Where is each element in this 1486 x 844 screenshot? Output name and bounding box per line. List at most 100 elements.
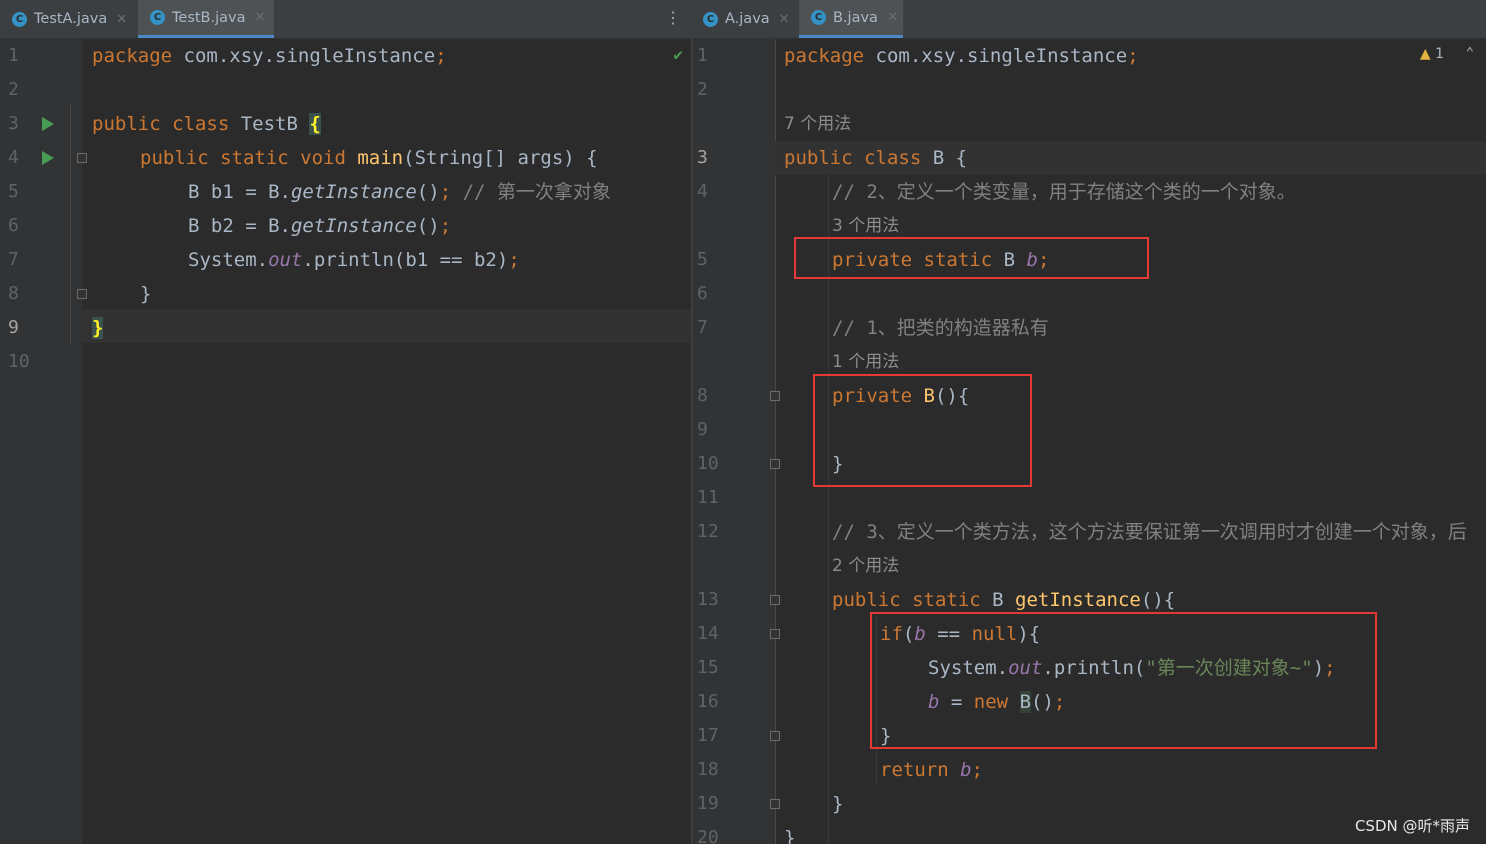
code-line-3: public class TestB {: [92, 107, 321, 141]
fold-icon[interactable]: [77, 289, 87, 299]
brace-match: {: [309, 113, 321, 135]
code-line-3: public class B {: [784, 141, 967, 175]
run-icon[interactable]: [42, 117, 54, 131]
line-number: 12: [697, 521, 719, 542]
keyword: return: [880, 759, 949, 781]
line-number: 2: [697, 79, 708, 100]
close-icon[interactable]: ✕: [887, 10, 898, 25]
keyword: public class: [92, 113, 230, 135]
right-editor-pane: C A.java ✕ C B.java ✕ ▲ 1 ⌃ 1 package co…: [693, 0, 1486, 844]
line-number: 16: [697, 691, 719, 712]
semicolon: ;: [1127, 45, 1139, 67]
usage-hint[interactable]: 2 个用法: [832, 549, 899, 583]
code-line-7: System.out.println(b1 == b2);: [188, 243, 520, 277]
semicolon: ;: [971, 759, 983, 781]
tab-label: TestB.java: [172, 9, 246, 26]
highlight-box-constructor: [813, 374, 1032, 487]
line-number: 1: [697, 45, 708, 66]
fold-icon[interactable]: [770, 595, 780, 605]
more-options-icon[interactable]: ⋮: [665, 10, 681, 26]
watermark: CSDN @听*雨声: [1354, 817, 1470, 835]
line-number: 1: [8, 45, 19, 66]
line-number: 20: [697, 827, 719, 844]
fold-icon[interactable]: [770, 391, 780, 401]
line-number: 8: [697, 385, 708, 406]
line-number: 7: [697, 317, 708, 338]
fold-icon[interactable]: [770, 459, 780, 469]
line-number: 11: [697, 487, 719, 508]
line-number: 13: [697, 589, 719, 610]
type-name: B: [980, 589, 1016, 611]
left-tab-bar: C TestA.java ✕ C TestB.java ✕ ⋮: [0, 0, 691, 39]
close-icon[interactable]: ✕: [116, 12, 127, 27]
code-text: (){: [1140, 589, 1176, 611]
code-line-6: B b2 = B.getInstance();: [188, 209, 451, 243]
line-number: 5: [697, 249, 708, 270]
line-number: 6: [8, 215, 19, 236]
class-c-icon: C: [811, 10, 826, 25]
tab-label: A.java: [725, 11, 770, 27]
right-tab-bar: C A.java ✕ C B.java ✕: [693, 0, 1486, 39]
code-line-1: package com.xsy.singleInstance;: [92, 39, 447, 73]
line-number: 8: [8, 283, 19, 304]
code-text: System.: [188, 249, 269, 271]
code-text: (String[] args) {: [403, 147, 598, 169]
keyword: public static void: [140, 147, 346, 169]
line-number: 2: [8, 79, 19, 100]
left-code-editor[interactable]: ✔ 1 package com.xsy.singleInstance; 2 3 …: [0, 39, 691, 844]
code-text: (): [416, 181, 440, 203]
code-line-5: B b1 = B.getInstance(); // 第一次拿对象: [188, 175, 611, 209]
comment: // 2、定义一个类变量，用于存储这个类的一个对象。: [832, 181, 1296, 203]
fold-icon[interactable]: [770, 629, 780, 639]
right-code-editor[interactable]: ▲ 1 ⌃ 1 package com.xsy.singleInstance; …: [693, 39, 1486, 844]
code-line-19: }: [832, 793, 844, 815]
class-c-icon: C: [12, 11, 27, 27]
highlight-box-if-block: [870, 612, 1377, 749]
code-line-1: package com.xsy.singleInstance;: [784, 39, 1139, 73]
line-number: 19: [697, 793, 719, 814]
close-icon[interactable]: ✕: [255, 10, 266, 25]
code-text: B b2 = B.: [188, 215, 291, 237]
line-number: 7: [8, 249, 19, 270]
keyword: package: [92, 45, 173, 67]
tab-label: B.java: [833, 9, 878, 26]
keyword: public class: [784, 147, 922, 169]
tab-b-java[interactable]: C B.java ✕: [799, 0, 903, 38]
line-number: 17: [697, 725, 719, 746]
static-field: out: [268, 249, 303, 271]
package-name: com.xsy.singleInstance: [864, 45, 1128, 67]
line-number: 6: [697, 283, 708, 304]
semicolon: ;: [508, 249, 520, 271]
semicolon: ;: [439, 215, 452, 237]
line-number: 18: [697, 759, 719, 780]
brace-match: }: [92, 317, 104, 339]
line-number: 3: [697, 147, 708, 168]
comment: // 3、定义一个类方法，这个方法要保证第一次调用时才创建一个对象，后: [832, 521, 1467, 543]
usage-hint[interactable]: 7 个用法: [784, 107, 851, 141]
method-name: main: [357, 147, 404, 169]
tab-testa-java[interactable]: C TestA.java ✕: [0, 0, 136, 38]
tab-testb-java[interactable]: C TestB.java ✕: [138, 0, 274, 38]
tab-a-java[interactable]: C A.java ✕: [693, 0, 797, 38]
semicolon: ;: [435, 45, 447, 67]
code-text: (): [416, 215, 440, 237]
comment: // 1、把类的构造器私有: [832, 317, 1049, 339]
static-field: b: [948, 759, 972, 781]
line-number: 5: [8, 181, 19, 202]
fold-icon[interactable]: [770, 799, 780, 809]
code-text: .println(b1 == b2): [302, 249, 509, 271]
line-number: 4: [697, 181, 708, 202]
code-line-8: }: [140, 283, 152, 305]
line-number: 9: [697, 419, 708, 440]
line-number: 4: [8, 147, 19, 168]
line-number: 10: [8, 351, 30, 372]
fold-icon[interactable]: [770, 731, 780, 741]
run-icon[interactable]: [42, 151, 54, 165]
code-text: B b1 = B.: [188, 181, 291, 203]
close-icon[interactable]: ✕: [779, 12, 790, 27]
fold-icon[interactable]: [77, 153, 87, 163]
keyword: package: [784, 45, 865, 67]
class-name: TestB: [229, 113, 310, 135]
line-number: 9: [8, 317, 19, 338]
semicolon: ;: [439, 181, 452, 203]
